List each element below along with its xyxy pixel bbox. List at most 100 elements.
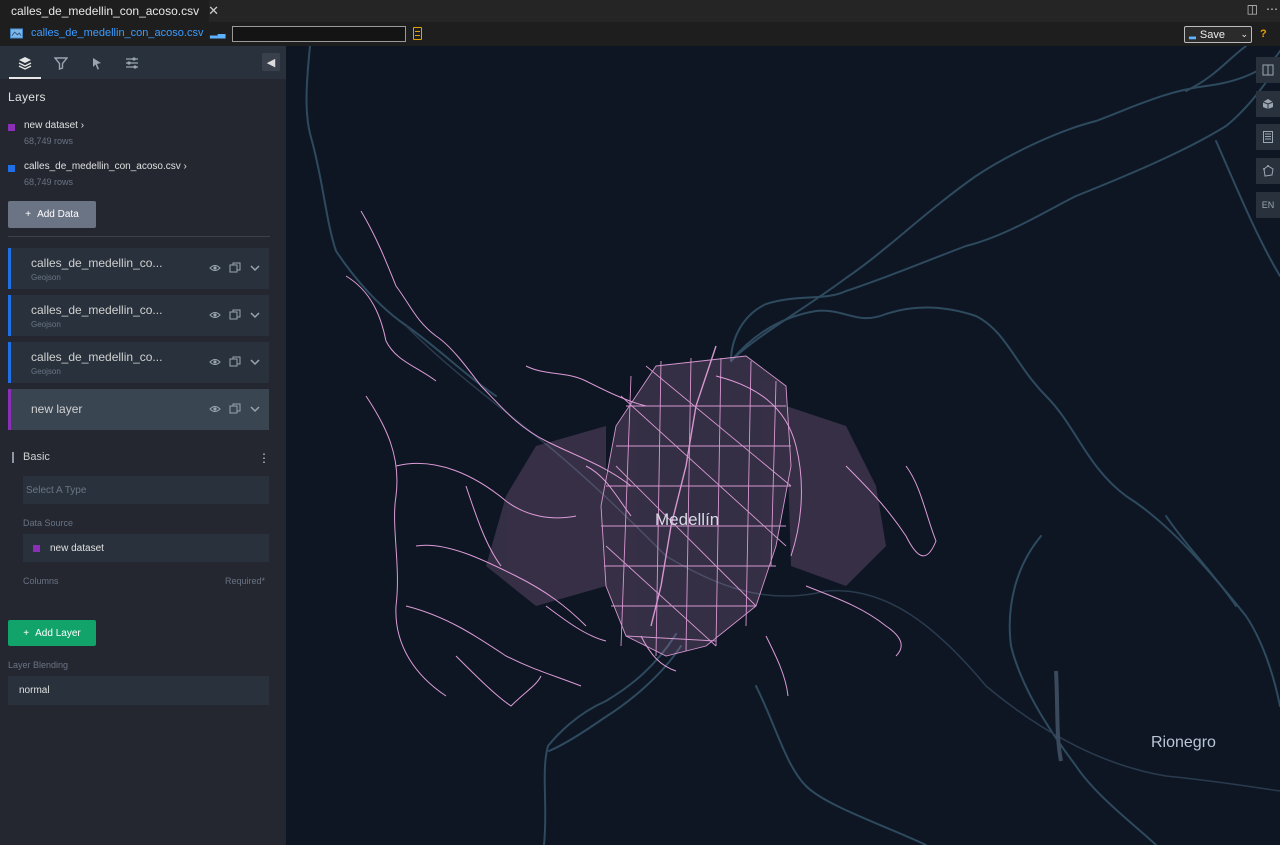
layers-icon[interactable] <box>9 53 41 79</box>
duplicate-icon[interactable] <box>228 402 241 415</box>
save-label: Save <box>1199 28 1225 41</box>
plus-icon: + <box>25 209 32 220</box>
duplicate-icon[interactable] <box>228 261 241 274</box>
section-marker <box>12 452 14 463</box>
map-label-medellin: Medellín <box>655 510 720 529</box>
data-source-select[interactable]: new dataset <box>23 534 269 562</box>
layer-name: new layer <box>31 402 83 416</box>
kebab-menu-icon[interactable]: ⋮ <box>258 451 270 465</box>
add-data-label: Add Data <box>37 209 79 220</box>
map-file-icon <box>10 28 23 39</box>
add-layer-label: Add Layer <box>35 627 81 639</box>
file-link[interactable]: calles_de_medellin_con_acoso.csv <box>31 27 203 39</box>
layer-color-bar <box>8 342 11 383</box>
panel-tabs: ◀ <box>0 46 286 79</box>
layer-name: calles_de_medellin_co... <box>31 303 163 317</box>
cloud-icon: ▂ <box>1189 29 1196 39</box>
locale-button[interactable]: EN <box>1256 192 1280 218</box>
layer-type: Geojson <box>31 273 61 282</box>
plus-icon: + <box>23 627 30 639</box>
3d-map-icon[interactable] <box>1256 91 1280 117</box>
dataset-color-swatch <box>33 544 40 552</box>
layer-blending-select[interactable]: normal <box>8 676 269 705</box>
interaction-icon[interactable] <box>87 53 107 73</box>
layer-card[interactable]: calles_de_medellin_co... Geojson <box>8 342 269 383</box>
tab-actions: ◫ ⋯ <box>1247 2 1278 16</box>
map-canvas[interactable]: Medellín Rionegro <box>286 46 1280 845</box>
kepler-toolbar: calles_de_medellin_con_acoso.csv ▂▃ ▂ Sa… <box>0 22 1280 46</box>
divider <box>8 236 270 237</box>
settings-icon[interactable] <box>122 53 142 73</box>
road-line <box>1054 670 1063 762</box>
basemap <box>305 46 1280 845</box>
more-actions-icon[interactable]: ⋯ <box>1266 2 1278 16</box>
filter-icon[interactable] <box>51 53 71 73</box>
dataset-color-swatch <box>8 165 15 172</box>
layer-card[interactable]: calles_de_medellin_co... Geojson <box>8 248 269 289</box>
editor-tab[interactable]: calles_de_medellin_con_acoso.csv ✕ <box>0 0 219 22</box>
river-line <box>1008 535 1157 845</box>
eye-icon[interactable] <box>208 261 221 274</box>
search-input[interactable] <box>232 26 406 42</box>
add-data-button[interactable]: + Add Data <box>8 201 96 228</box>
layer-blending-label: Layer Blending <box>8 660 69 670</box>
collapse-panel-icon[interactable]: ◀ <box>262 53 280 71</box>
layer-name: calles_de_medellin_co... <box>31 256 163 270</box>
river-line <box>548 645 682 752</box>
chevron-down-icon[interactable] <box>248 402 261 415</box>
river-line <box>755 685 927 845</box>
close-tab-icon[interactable]: ✕ <box>208 3 219 19</box>
export-icon[interactable]: ▂▃ <box>210 28 225 39</box>
draw-icon[interactable] <box>1256 158 1280 184</box>
dataset-rows: 68,749 rows <box>24 177 74 187</box>
editor-tab-bar: calles_de_medellin_con_acoso.csv ✕ ◫ ⋯ <box>0 0 1280 22</box>
eye-icon[interactable] <box>208 402 221 415</box>
eye-icon[interactable] <box>208 355 221 368</box>
required-label: Required* <box>225 576 266 586</box>
add-layer-button[interactable]: + Add Layer <box>8 620 96 646</box>
layer-color-bar <box>8 389 11 430</box>
duplicate-icon[interactable] <box>228 355 241 368</box>
chevron-down-icon[interactable] <box>248 308 261 321</box>
split-editor-icon[interactable]: ◫ <box>1247 2 1258 16</box>
layer-type: Geojson <box>31 367 61 376</box>
eye-icon[interactable] <box>208 308 221 321</box>
layer-type-placeholder: Select A Type <box>26 484 87 496</box>
map-label-rionegro: Rionegro <box>1151 734 1216 751</box>
dataset-name: new dataset › <box>24 120 85 131</box>
dataset-color-swatch <box>8 124 15 131</box>
layer-color-bar <box>8 295 11 336</box>
street-network-fill <box>486 356 886 656</box>
side-panel: ◀ Layers new dataset › 68,749 rows calle… <box>0 46 286 845</box>
layer-name: calles_de_medellin_co... <box>31 350 163 364</box>
river-line <box>730 50 1280 362</box>
river-line <box>305 46 497 397</box>
data-source-value: new dataset <box>50 542 104 554</box>
road-line <box>985 685 1280 792</box>
locale-label: EN <box>1261 200 1275 210</box>
layer-blending-value: normal <box>19 685 50 696</box>
layer-card[interactable]: calles_de_medellin_co... Geojson <box>8 295 269 336</box>
chevron-down-icon: ⌄ <box>1240 29 1248 39</box>
layer-type-select[interactable]: Select A Type <box>23 476 269 504</box>
tab-title: calles_de_medellin_con_acoso.csv <box>11 4 200 18</box>
layer-card-selected[interactable]: new layer <box>8 389 269 430</box>
save-select[interactable]: ▂ Save ⌄ <box>1184 26 1252 43</box>
split-map-icon[interactable] <box>1256 57 1280 83</box>
help-icon[interactable]: ? <box>1260 28 1267 40</box>
river-line <box>543 633 677 845</box>
layer-color-bar <box>8 248 11 289</box>
dataset-name: calles_de_medellin_con_acoso.csv › <box>24 161 187 172</box>
river-line <box>1165 515 1237 607</box>
basic-section-title: Basic <box>23 451 50 463</box>
dataset-rows: 68,749 rows <box>24 136 74 146</box>
chevron-down-icon[interactable] <box>248 261 261 274</box>
legend-icon[interactable] <box>1256 124 1280 150</box>
data-source-label: Data Source <box>23 518 74 528</box>
layers-heading: Layers <box>8 90 46 104</box>
river-line <box>730 60 1280 362</box>
database-icon[interactable] <box>413 27 422 40</box>
columns-label: Columns <box>23 576 59 586</box>
duplicate-icon[interactable] <box>228 308 241 321</box>
chevron-down-icon[interactable] <box>248 355 261 368</box>
